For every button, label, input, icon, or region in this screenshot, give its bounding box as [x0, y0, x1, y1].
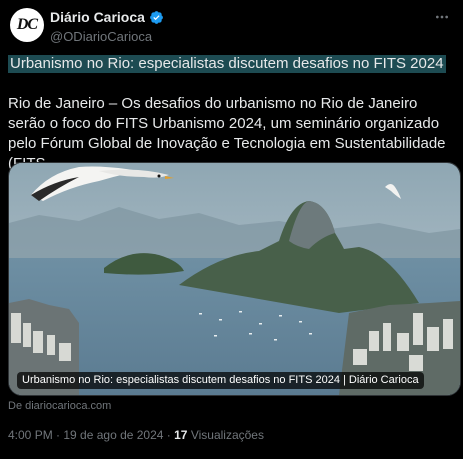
- avatar[interactable]: DC: [10, 8, 44, 42]
- post-meta: 4:00 PM · 19 de ago de 2024 · 17 Visuali…: [8, 428, 264, 442]
- post-timestamp[interactable]: 4:00 PM · 19 de ago de 2024 ·: [8, 428, 174, 442]
- avatar-logo: DC: [16, 16, 38, 33]
- author-name-row: Diário Carioca: [50, 9, 164, 25]
- author-display-name[interactable]: Diário Carioca: [50, 9, 145, 25]
- media-caption: Urbanismo no Rio: especialistas discutem…: [17, 372, 424, 389]
- views-count: 17: [174, 428, 188, 442]
- post-headline: Urbanismo no Rio: especialistas discutem…: [8, 55, 446, 73]
- author-handle[interactable]: @ODiarioCarioca: [50, 29, 152, 44]
- more-options-icon[interactable]: [431, 6, 453, 28]
- tweet-card: DC Diário Carioca @ODiarioCarioca Urbani…: [0, 0, 463, 459]
- views-label: Visualizações: [187, 428, 264, 442]
- link-source[interactable]: De diariocarioca.com: [8, 400, 111, 412]
- rio-landscape-photo: [9, 163, 460, 395]
- link-card-image[interactable]: Urbanismo no Rio: especialistas discutem…: [8, 162, 461, 396]
- verified-badge-icon: [150, 10, 163, 24]
